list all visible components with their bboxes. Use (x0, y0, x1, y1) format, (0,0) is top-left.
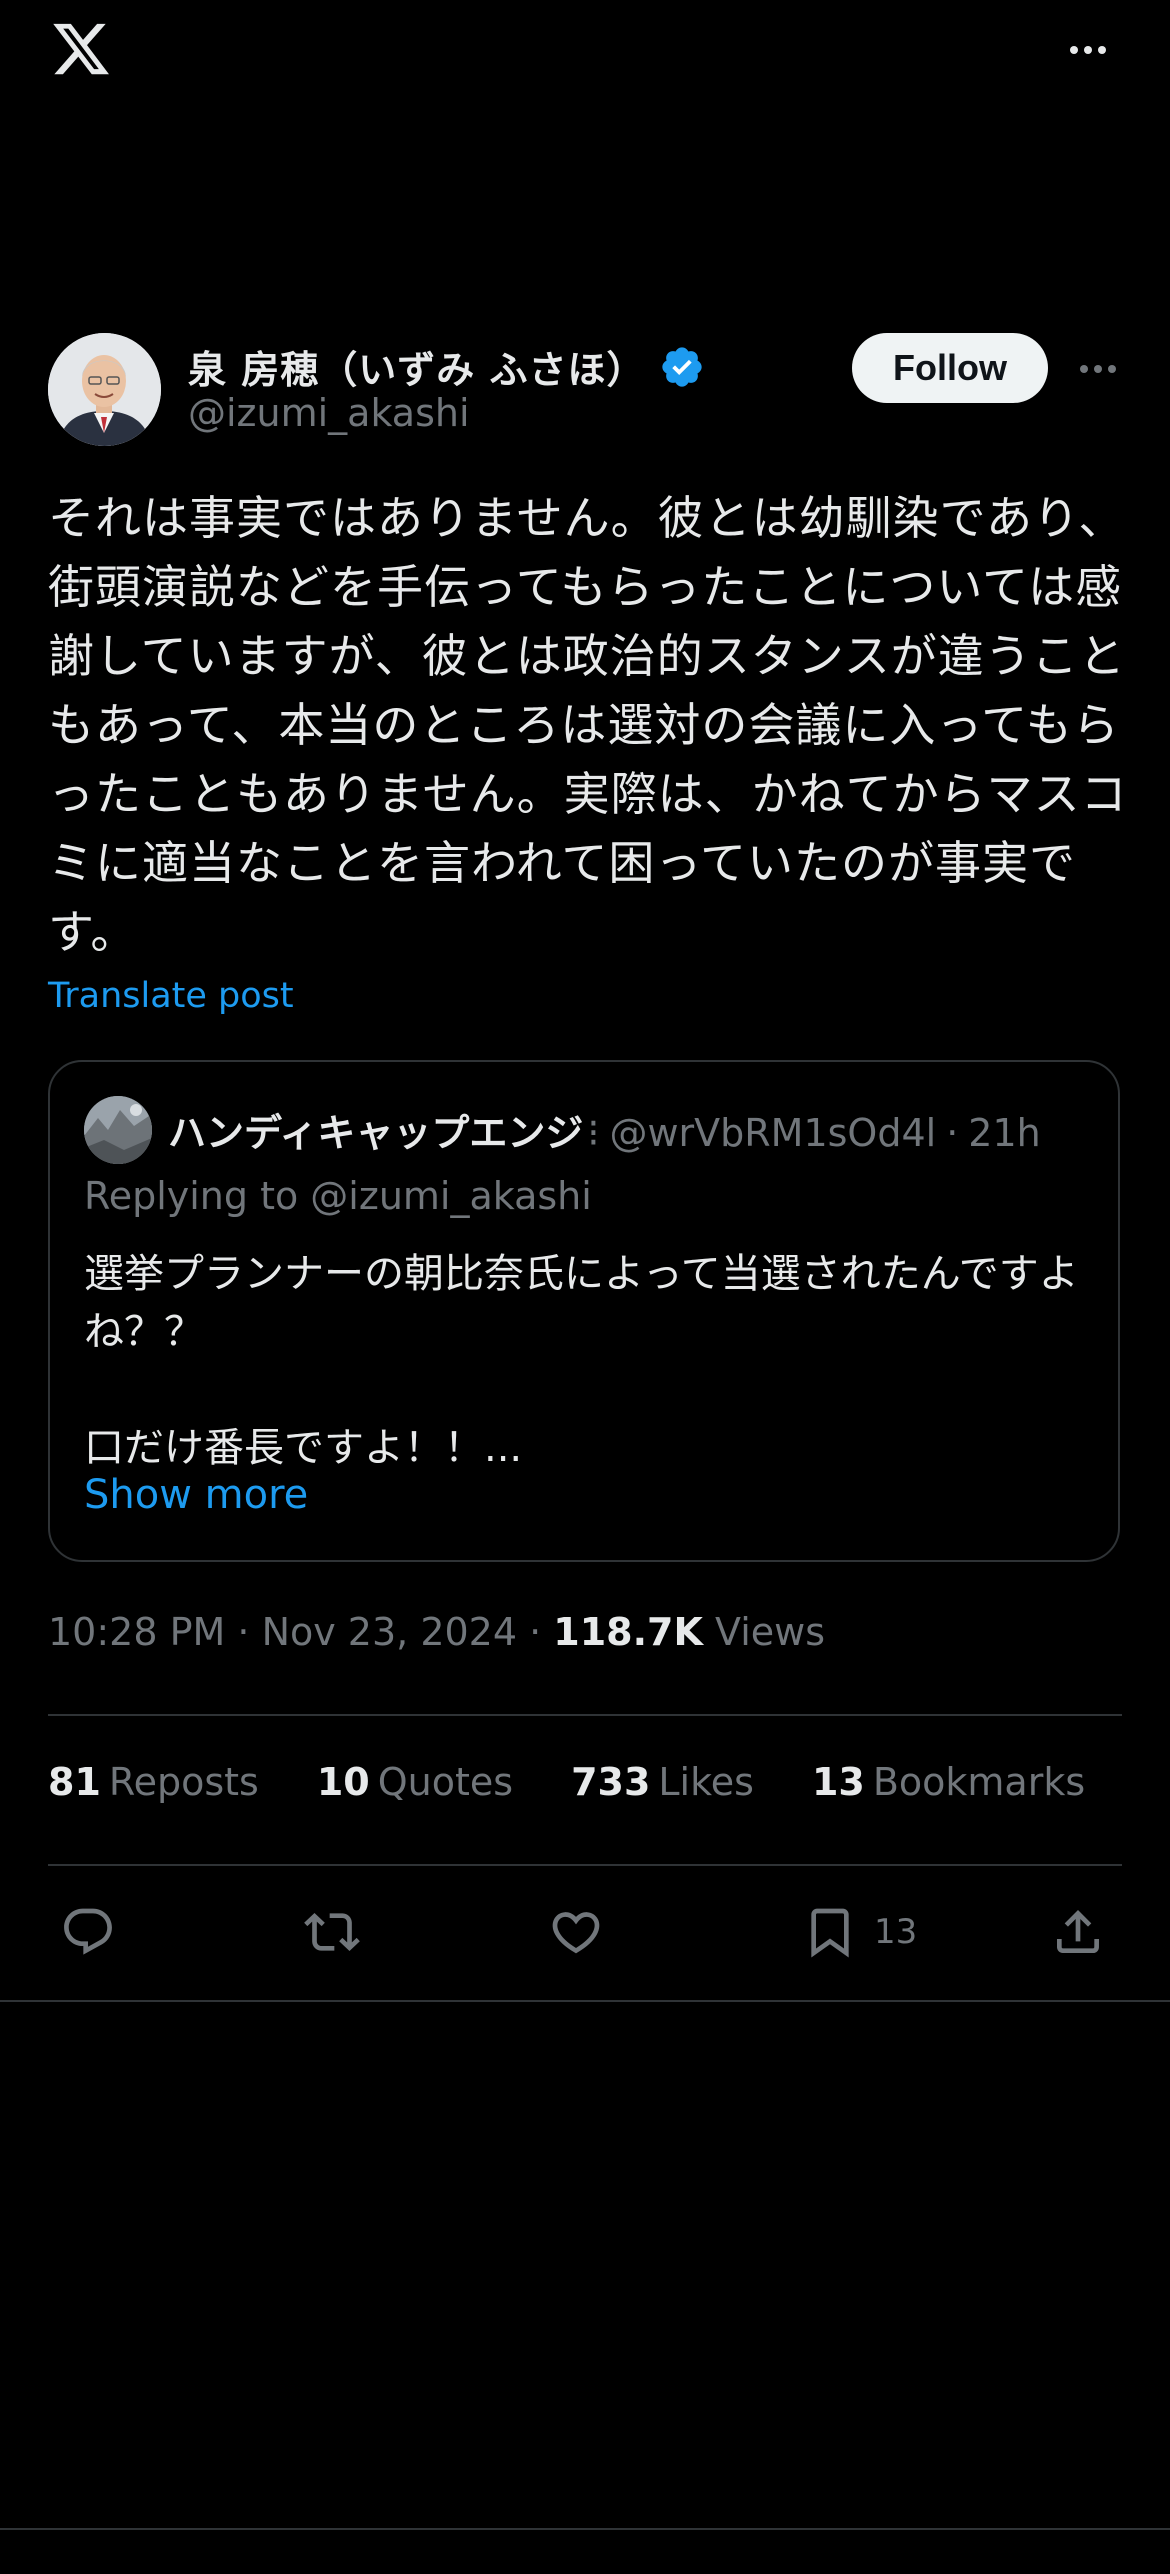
bookmarks-label: Bookmarks (872, 1760, 1086, 1804)
post-stats: 81 Reposts 10 Quotes 733 Likes 13 Bookmarks (48, 1760, 1085, 1804)
repost-icon (304, 1913, 360, 1951)
author-handle[interactable]: @izumi_akashi (188, 391, 470, 435)
quotes-label: Quotes (377, 1760, 514, 1804)
reply-icon (64, 1908, 112, 1955)
reposts-stat[interactable]: 81 Reposts (48, 1760, 259, 1804)
post-more-icon[interactable] (1072, 349, 1124, 389)
quote-name-ellipsis: ⁝ (587, 1111, 600, 1155)
quotes-stat[interactable]: 10 Quotes (317, 1760, 513, 1804)
quote-author-name[interactable]: ハンディキャップエンジ (168, 1102, 583, 1157)
x-logo-icon[interactable] (48, 18, 114, 80)
likes-label: Likes (658, 1760, 754, 1804)
quote-replying-to: Replying to @izumi_akashi (84, 1174, 592, 1218)
share-icon (1057, 1910, 1099, 1953)
quote-header: ハンディキャップエンジ ⁝ @wrVbRM1sOd4l · 21h (168, 1102, 1041, 1157)
quote-avatar[interactable] (84, 1096, 152, 1164)
share-button[interactable] (1050, 1892, 1106, 1972)
bookmarks-count: 13 (811, 1760, 865, 1804)
bookmarks-stat[interactable]: 13 Bookmarks (812, 1760, 1085, 1804)
follow-button[interactable]: Follow (852, 333, 1048, 403)
name-row: 泉 房穂（いずみ ふさほ） (188, 339, 705, 394)
action-bar: 13 (48, 1892, 1122, 1972)
top-bar (0, 0, 1170, 110)
repost-button[interactable] (304, 1892, 360, 1972)
quotes-count: 10 (316, 1760, 370, 1804)
reposts-label: Reposts (108, 1760, 259, 1804)
post-meta: 10:28 PM · Nov 23, 2024 · 118.7K Views (48, 1610, 825, 1654)
views-label: Views (715, 1610, 826, 1654)
post-author: 泉 房穂（いずみ ふさほ） @izumi_akashi Follow (48, 333, 1122, 451)
divider (48, 1864, 1122, 1866)
bookmark-count: 13 (874, 1912, 918, 1952)
like-icon (552, 1912, 600, 1954)
likes-count: 733 (571, 1760, 651, 1804)
avatar[interactable] (48, 333, 161, 446)
post-text: それは事実ではありません。彼とは幼馴染であり、街頭演説などを手伝ってもらったこと… (48, 491, 1128, 959)
quote-timestamp: 21h (968, 1111, 1041, 1155)
meta-separator: · (237, 1610, 262, 1654)
views-count: 118.7K (553, 1610, 703, 1654)
divider (48, 1714, 1122, 1716)
quoted-post[interactable]: ハンディキャップエンジ ⁝ @wrVbRM1sOd4l · 21h Replyi… (48, 1060, 1120, 1562)
post-time[interactable]: 10:28 PM (48, 1610, 225, 1654)
quote-author-handle[interactable]: @wrVbRM1sOd4l (609, 1111, 936, 1155)
quote-dot-separator: · (946, 1111, 959, 1155)
bookmark-button[interactable]: 13 (802, 1892, 917, 1972)
post-date[interactable]: Nov 23, 2024 (262, 1610, 517, 1654)
translate-post-link[interactable]: Translate post (48, 976, 294, 1016)
reposts-count: 81 (48, 1760, 101, 1804)
like-button[interactable] (548, 1892, 604, 1972)
quote-text: 選挙プランナーの朝比奈氏によって当選されたんですよね？？ 口だけ番長ですよ！！.… (84, 1251, 1079, 1471)
likes-stat[interactable]: 733 Likes (571, 1760, 754, 1804)
quote-show-more-link[interactable]: Show more (84, 1472, 308, 1518)
reply-button[interactable] (60, 1892, 116, 1972)
more-options-icon[interactable] (1063, 30, 1113, 70)
divider (0, 2000, 1170, 2002)
divider (0, 2528, 1170, 2530)
meta-separator: · (529, 1610, 554, 1654)
display-name[interactable]: 泉 房穂（いずみ ふさほ） (188, 339, 645, 394)
verified-badge-icon (662, 346, 703, 387)
bookmark-icon (811, 1908, 849, 1958)
